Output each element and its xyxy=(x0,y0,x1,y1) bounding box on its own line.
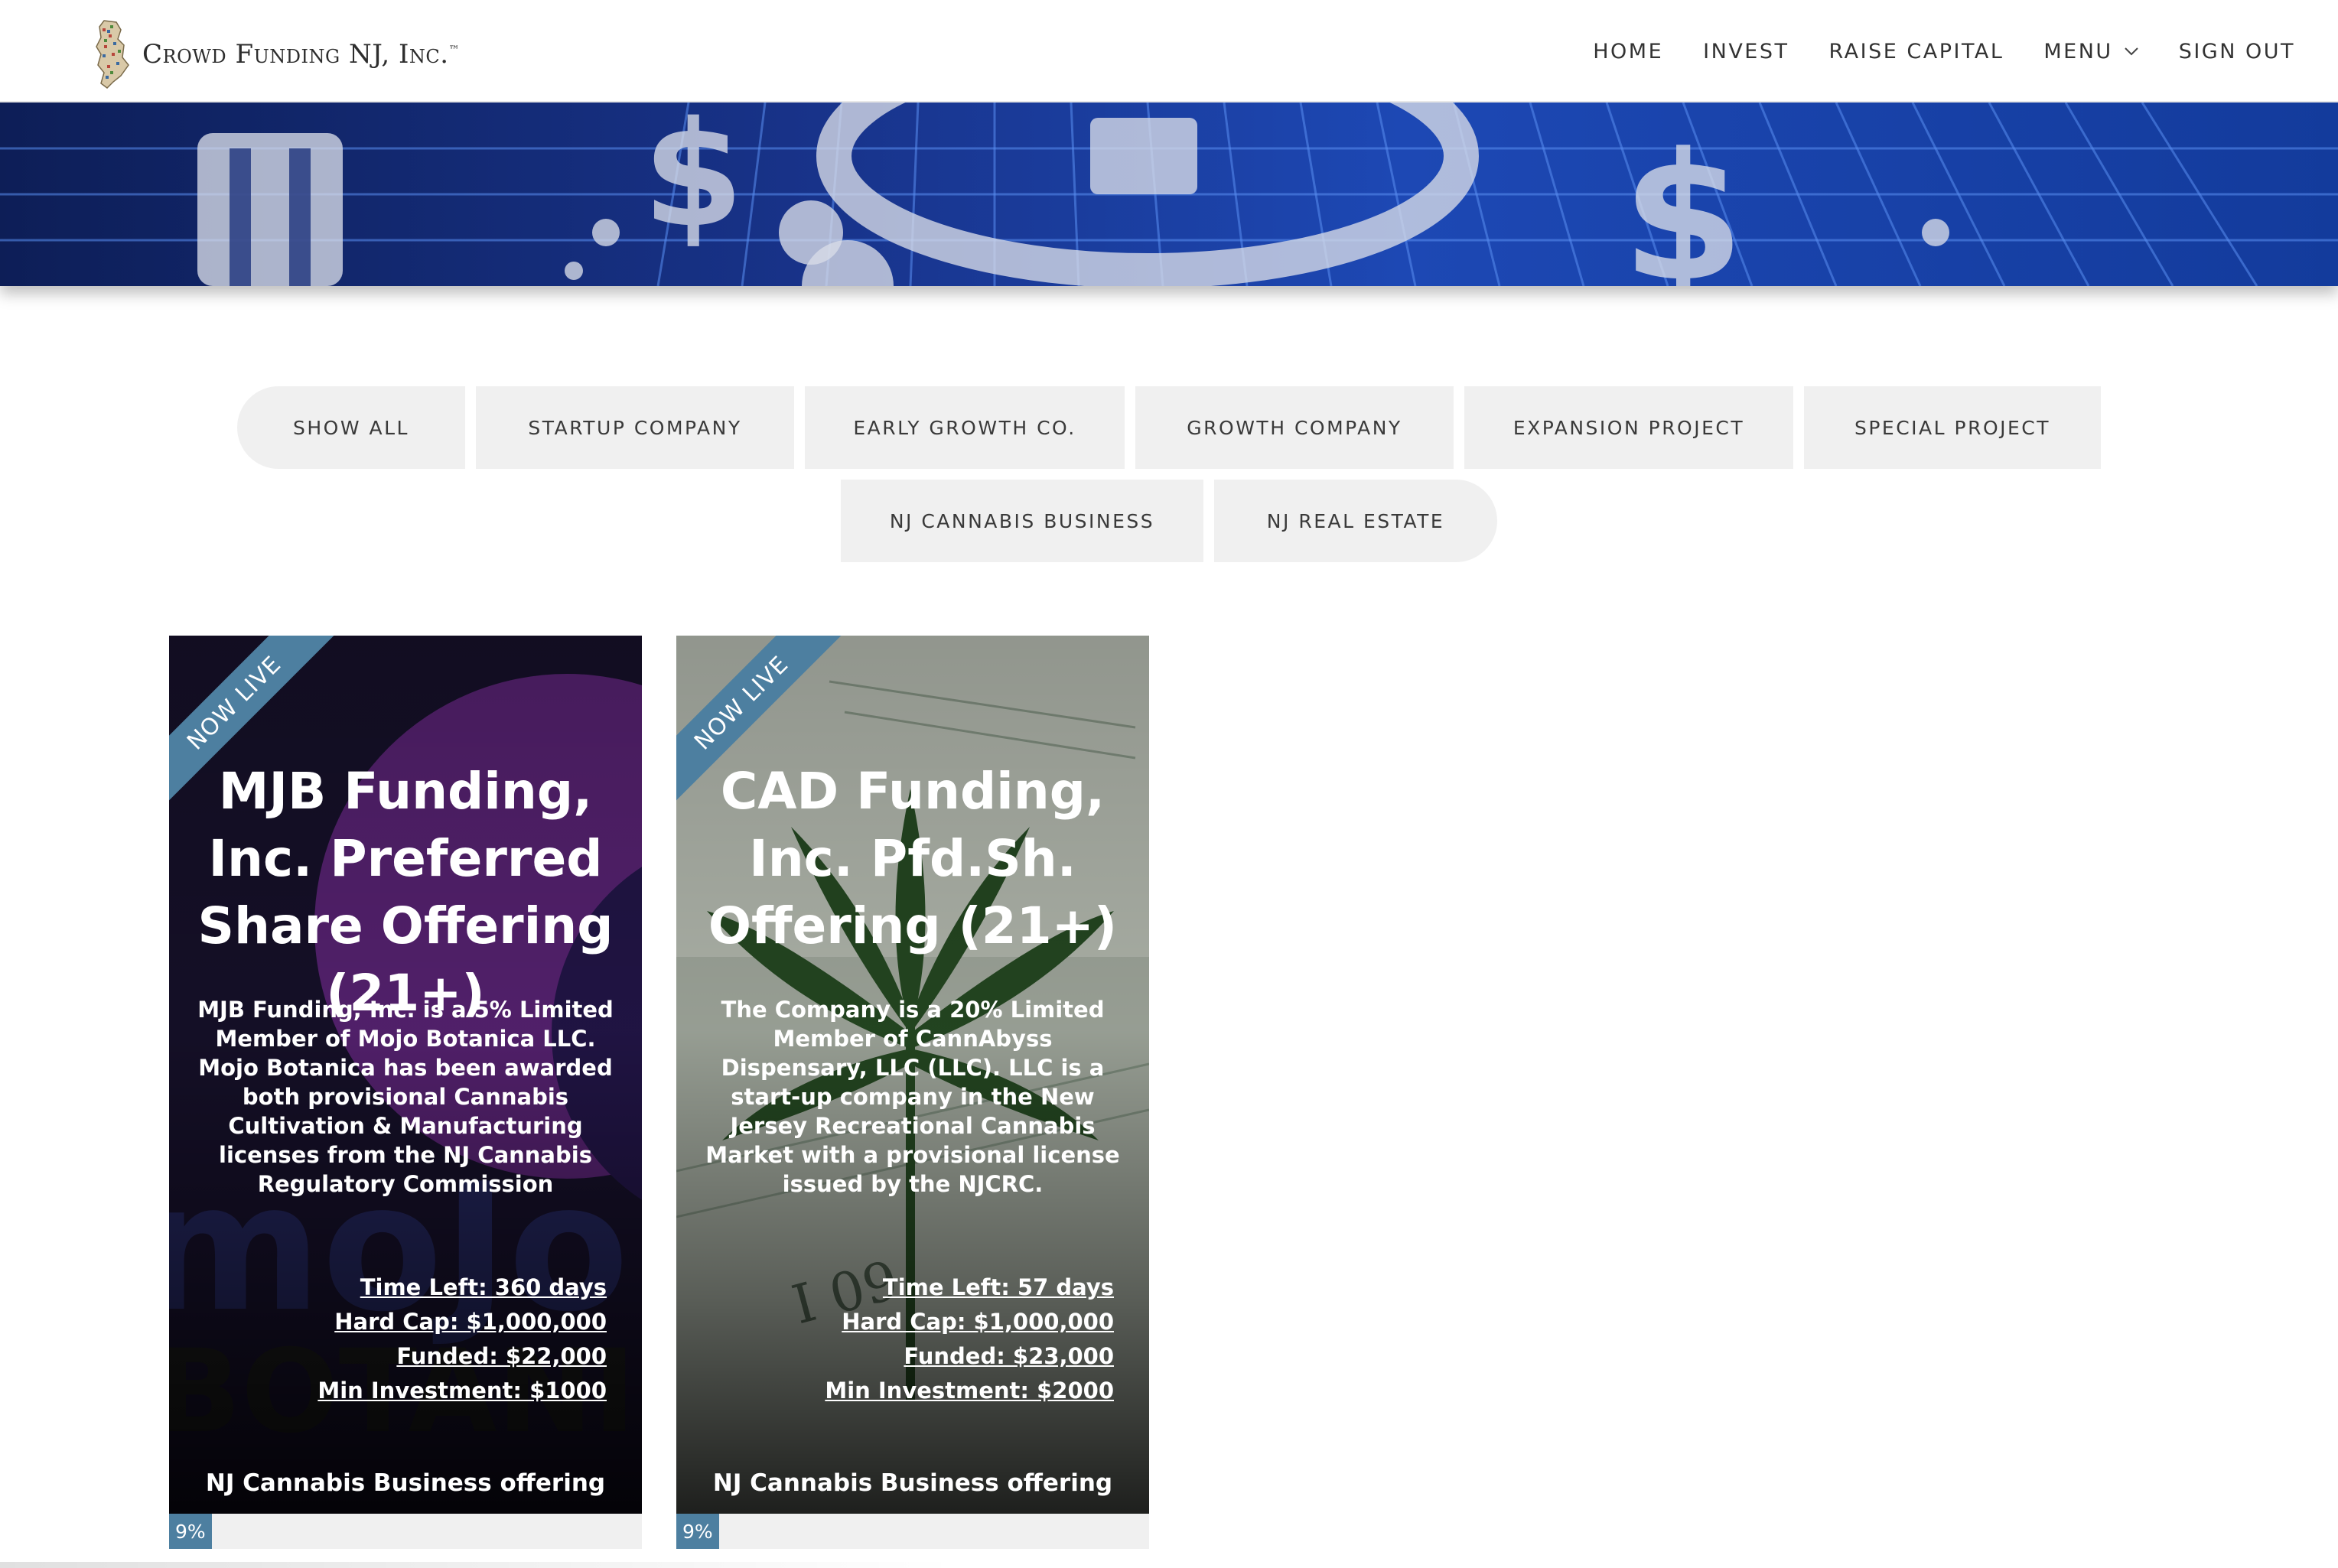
card-description: MJB Funding, Inc. is a 5% Limited Member… xyxy=(197,997,614,1197)
banner-graphic: $ $ xyxy=(0,102,2338,286)
logo-text: Crowd Funding NJ, Inc.™ xyxy=(142,39,461,70)
nav-menu[interactable]: MENU xyxy=(2043,40,2138,63)
card-description: The Company is a 20% Limited Member of C… xyxy=(705,997,1120,1197)
filter-show-all[interactable]: SHOW ALL xyxy=(237,386,465,469)
min-investment-link[interactable]: Min Investment: $1000 xyxy=(317,1374,607,1408)
hard-cap-link[interactable]: Hard Cap: $1,000,000 xyxy=(317,1305,607,1339)
filter-nj-cannabis-business[interactable]: NJ CANNABIS BUSINESS xyxy=(841,480,1203,562)
filter-nj-real-estate[interactable]: NJ REAL ESTATE xyxy=(1214,480,1497,562)
chevron-down-icon xyxy=(2124,47,2138,56)
nav-raise-capital[interactable]: RAISE CAPITAL xyxy=(1829,40,2004,63)
filter-growth-company[interactable]: GROWTH COMPANY xyxy=(1135,386,1454,469)
card-title: CAD Funding, Inc. Pfd.Sh. Offering (21+) xyxy=(708,762,1118,955)
time-left-link[interactable]: Time Left: 57 days xyxy=(825,1270,1114,1305)
funded-link[interactable]: Funded: $23,000 xyxy=(825,1339,1114,1374)
offering-card-mjb[interactable]: moJo BOTANIC NOW LIVE MJB Funding, Inc. … xyxy=(169,636,642,1549)
card-title: MJB Funding, Inc. Preferred Share Offeri… xyxy=(197,762,614,1023)
progress-fill: 9% xyxy=(676,1514,719,1549)
funded-link[interactable]: Funded: $22,000 xyxy=(317,1339,607,1374)
nav-home[interactable]: HOME xyxy=(1593,40,1663,63)
filter-early-growth[interactable]: EARLY GROWTH CO. xyxy=(805,386,1125,469)
progress-fill: 9% xyxy=(169,1514,212,1549)
nav-sign-out[interactable]: SIGN OUT xyxy=(2179,40,2295,63)
site-header: Crowd Funding NJ, Inc.™ HOME INVEST RAIS… xyxy=(0,0,2338,102)
svg-text:$: $ xyxy=(1622,116,1744,286)
svg-text:$: $ xyxy=(643,102,744,259)
card-category: NJ Cannabis Business offering xyxy=(712,1469,1113,1497)
filter-startup-company[interactable]: STARTUP COMPANY xyxy=(476,386,794,469)
nj-map-logo-icon xyxy=(96,20,129,89)
card-category: NJ Cannabis Business offering xyxy=(205,1469,606,1497)
nav-menu-label: MENU xyxy=(2043,39,2113,63)
page-fold-shadow xyxy=(0,1562,956,1568)
time-left-link[interactable]: Time Left: 360 days xyxy=(317,1270,607,1305)
filter-expansion-project[interactable]: EXPANSION PROJECT xyxy=(1464,386,1793,469)
hero-banner: $ $ xyxy=(0,102,2338,286)
filter-row-1: SHOW ALL STARTUP COMPANY EARLY GROWTH CO… xyxy=(0,386,2338,469)
filter-special-project[interactable]: SPECIAL PROJECT xyxy=(1804,386,2101,469)
nav-invest[interactable]: INVEST xyxy=(1703,40,1789,63)
site-logo[interactable]: Crowd Funding NJ, Inc.™ xyxy=(90,18,460,90)
card-stats: Time Left: 360 days Hard Cap: $1,000,000… xyxy=(317,1270,607,1408)
card-stats: Time Left: 57 days Hard Cap: $1,000,000 … xyxy=(825,1270,1114,1408)
filter-row-2: NJ CANNABIS BUSINESS NJ REAL ESTATE xyxy=(0,480,2338,562)
main-nav: HOME INVEST RAISE CAPITAL MENU SIGN OUT xyxy=(1553,0,2295,102)
hard-cap-link[interactable]: Hard Cap: $1,000,000 xyxy=(825,1305,1114,1339)
min-investment-link[interactable]: Min Investment: $2000 xyxy=(825,1374,1114,1408)
funding-progress-bar: 9% xyxy=(169,1514,642,1549)
offering-card-cad[interactable]: I 09 NOW LIVE CAD Funding, Inc. Pfd.Sh. … xyxy=(676,636,1149,1549)
funding-progress-bar: 9% xyxy=(676,1514,1149,1549)
